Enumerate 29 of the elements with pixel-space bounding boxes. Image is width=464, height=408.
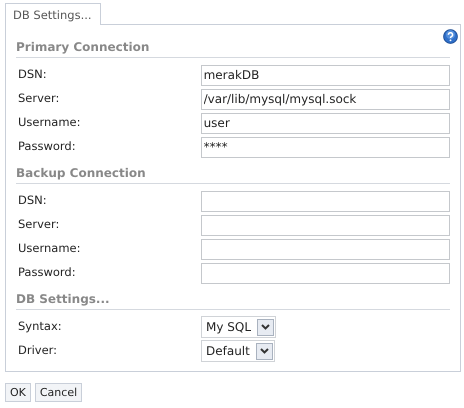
select-field[interactable]: Default <box>201 340 275 362</box>
select-field[interactable]: My SQL <box>201 316 276 338</box>
help-icon[interactable] <box>443 29 458 44</box>
caret-icon <box>257 318 274 336</box>
input-field[interactable]: user <box>200 112 450 134</box>
field-label: Username: <box>18 114 82 132</box>
field-label: DSN: <box>18 66 48 84</box>
input-field[interactable] <box>200 238 450 260</box>
field-label: Syntax: <box>18 318 63 336</box>
section-heading: Primary Connection <box>16 33 450 58</box>
input-field[interactable]: merakDB <box>200 64 450 86</box>
field-label: Server: <box>18 216 60 234</box>
field-label: DSN: <box>18 192 48 210</box>
section-heading: Backup Connection <box>16 159 450 184</box>
tab[interactable]: DB Settings... <box>5 3 101 25</box>
button[interactable]: Cancel <box>34 383 82 402</box>
field-label: Password: <box>18 264 77 282</box>
input-field[interactable]: **** <box>200 136 450 158</box>
section-heading: DB Settings... <box>16 285 450 310</box>
input-field[interactable] <box>200 190 450 212</box>
field-label: Username: <box>18 240 82 258</box>
button[interactable]: OK <box>5 383 31 402</box>
caret-icon <box>256 342 273 360</box>
input-field[interactable]: /var/lib/mysql/mysql.sock <box>200 88 450 110</box>
field-label: Server: <box>18 90 60 108</box>
input-field[interactable] <box>200 262 450 284</box>
input-field[interactable] <box>200 214 450 236</box>
field-label: Driver: <box>18 342 58 360</box>
field-label: Password: <box>18 138 77 156</box>
